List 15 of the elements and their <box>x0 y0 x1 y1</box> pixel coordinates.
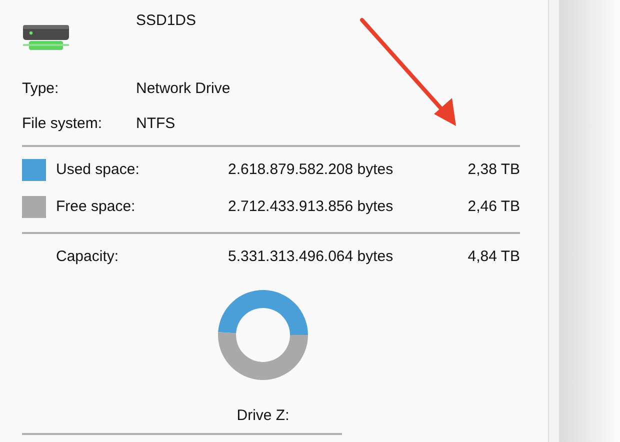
byte-count: 2.618.879.582.208 bytes <box>228 160 394 180</box>
property-label: Type: <box>22 79 60 99</box>
property-value: NTFS <box>136 114 176 134</box>
drive-name: SSD1DS <box>136 11 196 31</box>
property-label: File system: <box>22 114 104 134</box>
byte-count: 2.712.433.913.856 bytes <box>228 196 394 216</box>
capacity-label: Capacity: <box>55 247 120 267</box>
property-value: Network Drive <box>136 79 230 99</box>
drive-label: Drive Z: <box>236 406 290 426</box>
size-value: 2,46 TB <box>466 196 520 216</box>
space-label: Free space: <box>56 196 136 216</box>
size-value: 2,38 TB <box>466 160 520 180</box>
space-label: Used space: <box>56 160 140 180</box>
size-value: 4,84 TB <box>466 247 520 267</box>
byte-count: 5.331.313.496.064 bytes <box>228 247 394 267</box>
